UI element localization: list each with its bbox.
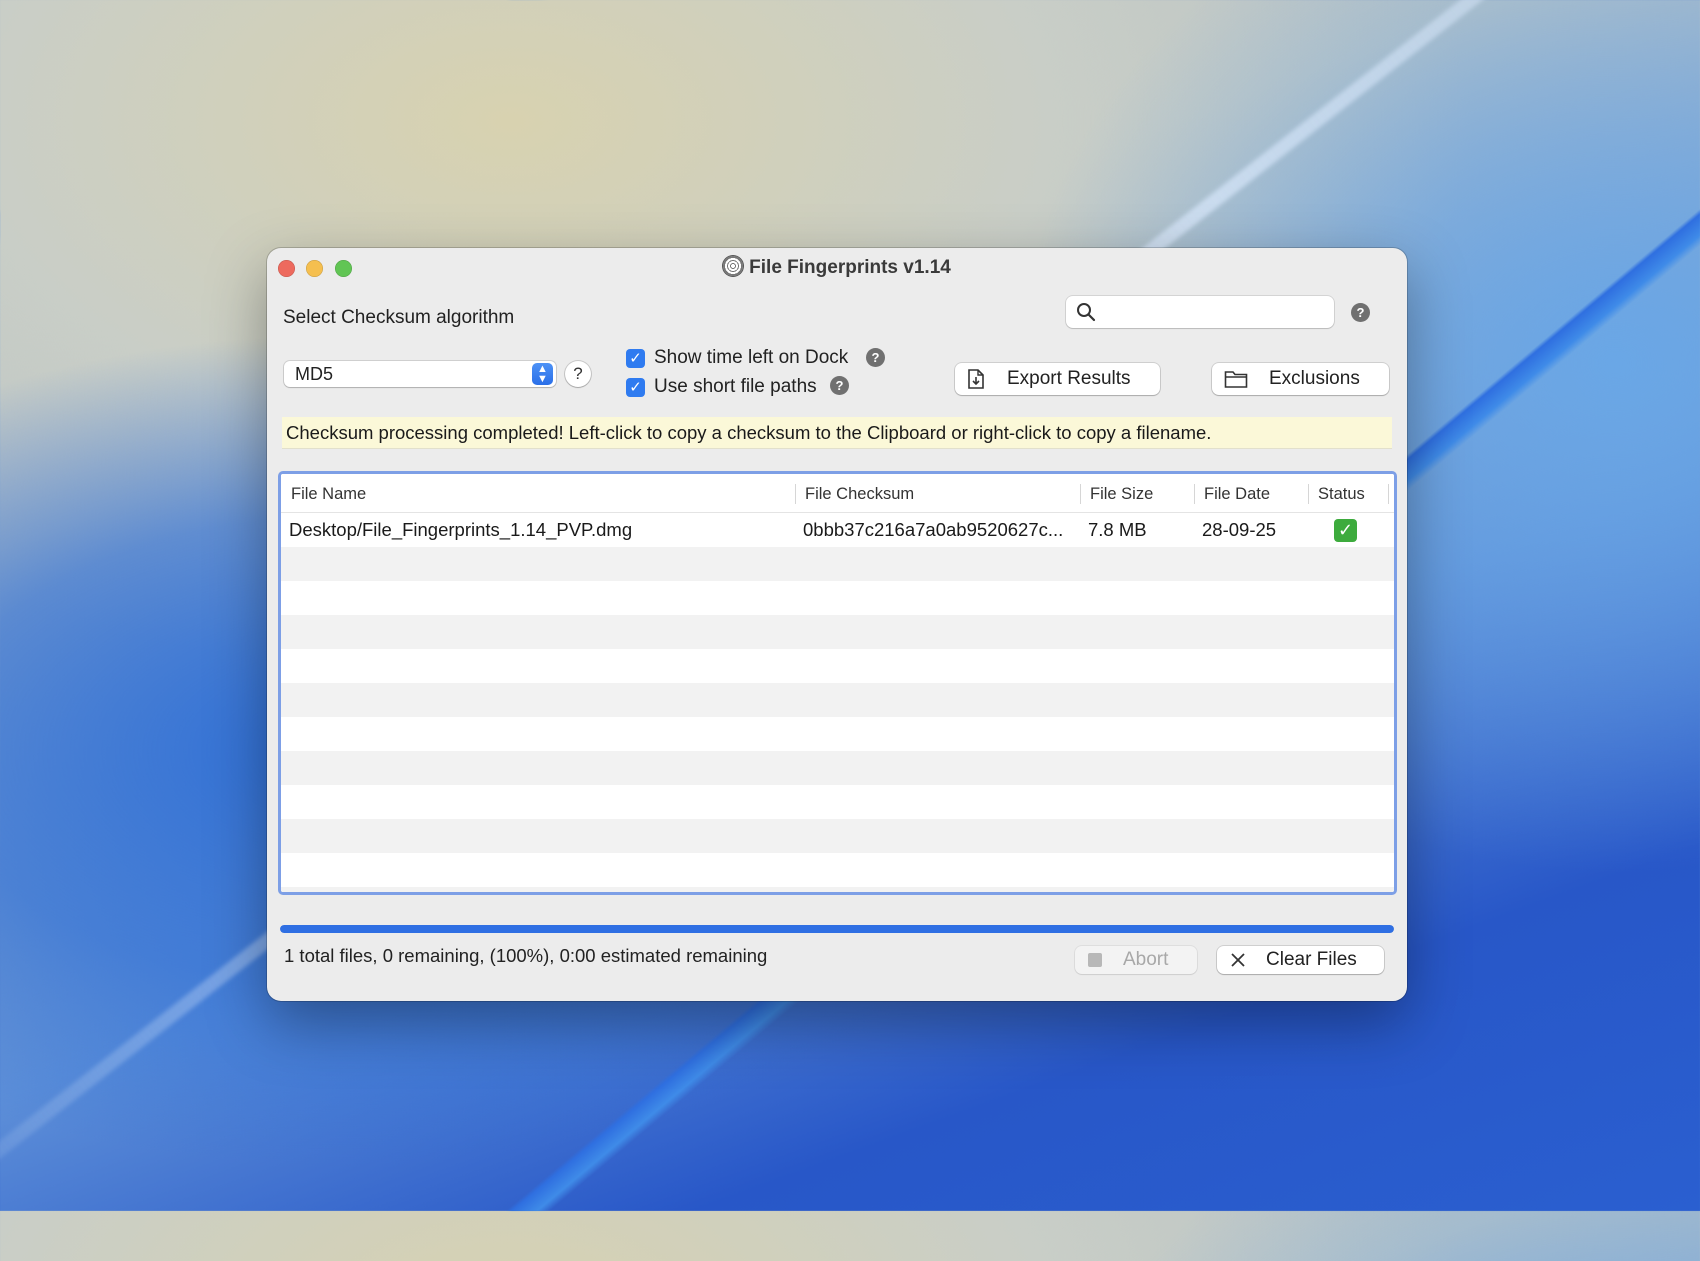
clear-files-label: Clear Files <box>1266 949 1357 970</box>
algorithm-select[interactable]: MD5 ▲ ▼ <box>284 361 556 387</box>
clear-files-button[interactable]: Clear Files <box>1217 946 1384 974</box>
status-complete-icon: ✓ <box>1334 519 1357 542</box>
app-window: File Fingerprints v1.14 Select Checksum … <box>267 248 1407 1001</box>
search-icon <box>1077 303 1096 322</box>
short-paths-checkbox[interactable]: ✓ <box>626 378 645 397</box>
show-time-left-label: Show time left on Dock <box>654 347 849 368</box>
progress-bar <box>280 925 1394 933</box>
column-header-file-size[interactable]: File Size <box>1080 474 1194 512</box>
window-title-wrap: File Fingerprints v1.14 <box>267 256 1407 279</box>
column-header-status[interactable]: Status <box>1308 474 1388 512</box>
table-row-empty <box>281 853 1394 887</box>
table-row-empty <box>281 547 1394 581</box>
stop-icon <box>1088 953 1102 967</box>
table-row-empty <box>281 819 1394 853</box>
algorithm-selected-value: MD5 <box>295 364 334 384</box>
table-row-empty <box>281 581 1394 615</box>
results-table[interactable]: File Name File Checksum File Size File D… <box>278 471 1397 895</box>
search-field[interactable] <box>1066 296 1334 328</box>
abort-label: Abort <box>1123 949 1169 970</box>
cell-file-date: 28-09-25 <box>1202 519 1277 540</box>
cell-file-name[interactable]: Desktop/File_Fingerprints_1.14_PVP.dmg <box>289 513 789 547</box>
algorithm-label: Select Checksum algorithm <box>283 307 515 328</box>
short-paths-label: Use short file paths <box>654 376 817 397</box>
exclusions-button[interactable]: Exclusions <box>1212 363 1389 395</box>
table-row-empty <box>281 717 1394 751</box>
show-time-left-help-icon[interactable]: ? <box>866 348 885 367</box>
cell-checksum[interactable]: 0bbb37c216a7a0ab9520627c... <box>803 513 1075 547</box>
show-time-left-checkbox[interactable]: ✓ <box>626 349 645 368</box>
exclusions-label: Exclusions <box>1269 368 1360 389</box>
status-notice: Checksum processing completed! Left-clic… <box>282 417 1392 449</box>
table-row-empty <box>281 751 1394 785</box>
short-paths-help-icon[interactable]: ? <box>830 376 849 395</box>
table-row-empty <box>281 887 1394 892</box>
algorithm-help-button[interactable]: ? <box>565 361 591 387</box>
export-results-button[interactable]: Export Results <box>955 363 1160 395</box>
table-row-empty <box>281 615 1394 649</box>
search-help-icon[interactable]: ? <box>1351 303 1370 322</box>
column-divider[interactable] <box>1388 484 1389 504</box>
export-document-icon <box>968 369 984 389</box>
table-row-empty <box>281 649 1394 683</box>
table-header: File Name File Checksum File Size File D… <box>281 474 1394 513</box>
folder-icon <box>1224 371 1248 388</box>
title-bar[interactable]: File Fingerprints v1.14 <box>267 248 1407 288</box>
column-header-file-checksum[interactable]: File Checksum <box>795 474 1080 512</box>
export-results-label: Export Results <box>1007 368 1131 389</box>
table-body: Desktop/File_Fingerprints_1.14_PVP.dmg 0… <box>281 513 1394 892</box>
table-row-empty <box>281 683 1394 717</box>
abort-button[interactable]: Abort <box>1075 946 1197 974</box>
table-row-empty <box>281 785 1394 819</box>
window-title: File Fingerprints v1.14 <box>749 257 951 278</box>
progress-fill <box>280 925 1394 933</box>
close-icon <box>1231 953 1245 967</box>
fingerprint-icon <box>723 256 744 276</box>
table-row[interactable]: Desktop/File_Fingerprints_1.14_PVP.dmg 0… <box>281 513 1394 547</box>
column-header-file-date[interactable]: File Date <box>1194 474 1308 512</box>
column-header-file-name[interactable]: File Name <box>281 474 795 512</box>
cell-file-size: 7.8 MB <box>1088 519 1147 540</box>
progress-status-text: 1 total files, 0 remaining, (100%), 0:00… <box>284 945 768 966</box>
select-arrows-icon: ▲ ▼ <box>532 363 553 385</box>
